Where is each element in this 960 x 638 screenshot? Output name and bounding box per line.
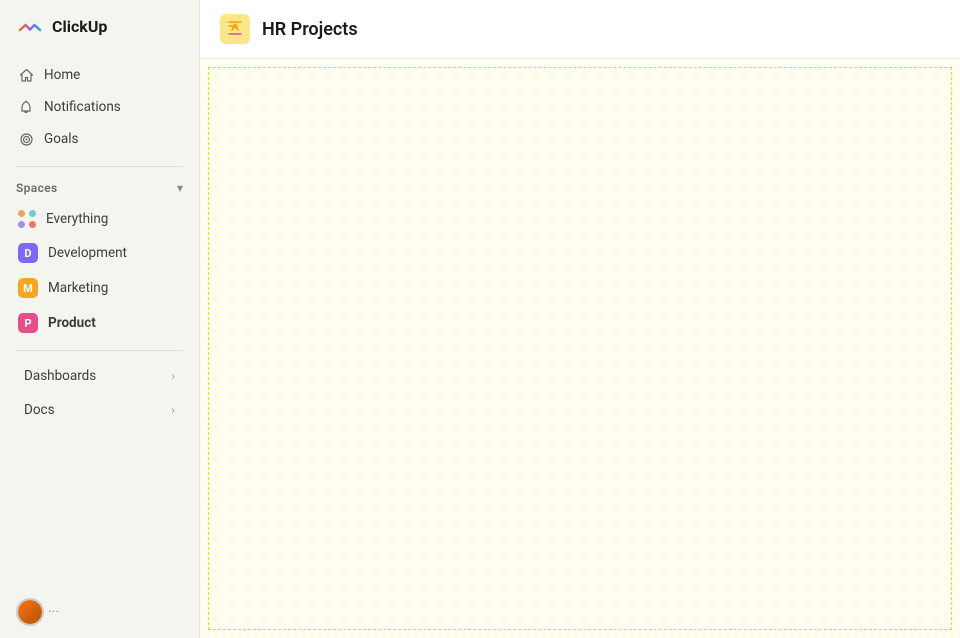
docs-label: Docs (24, 402, 55, 418)
page-title: HR Projects (262, 19, 358, 40)
sidebar-item-notifications[interactable]: Notifications (8, 92, 191, 122)
spaces-label: Spaces (16, 181, 58, 195)
everything-icon (18, 210, 36, 228)
nav-items: Home Notifications Goals (0, 56, 199, 158)
space-items: Everything D Development M Marketing P P… (0, 201, 199, 342)
main-content: HR Projects (200, 0, 960, 638)
clickup-logo-icon (16, 12, 44, 40)
sidebar-item-goals-label: Goals (44, 131, 79, 147)
docs-chevron-icon: › (171, 403, 175, 417)
app-name: ClickUp (52, 17, 107, 36)
bell-icon (18, 99, 34, 115)
dashboards-chevron-icon: › (171, 369, 175, 383)
spaces-chevron-icon: ▾ (177, 181, 183, 195)
divider-2 (16, 350, 183, 351)
main-header: HR Projects (200, 0, 960, 59)
user-avatar-group[interactable]: ··· (16, 598, 59, 626)
product-badge: P (18, 313, 38, 333)
spaces-header[interactable]: Spaces ▾ (0, 175, 199, 201)
hr-projects-icon (220, 14, 250, 44)
sidebar: ClickUp Home Notifications (0, 0, 200, 638)
goals-icon (18, 131, 34, 147)
sidebar-item-dashboards[interactable]: Dashboards › (8, 360, 191, 392)
avatar-menu-icon: ··· (48, 604, 59, 620)
sidebar-item-product[interactable]: P Product (8, 306, 191, 340)
sidebar-item-product-label: Product (48, 315, 96, 331)
sidebar-item-development-label: Development (48, 245, 127, 261)
logo-area[interactable]: ClickUp (0, 0, 199, 52)
sidebar-item-everything-label: Everything (46, 211, 108, 227)
sidebar-item-goals[interactable]: Goals (8, 124, 191, 154)
avatar-ring (16, 598, 44, 626)
divider-1 (16, 166, 183, 167)
sidebar-item-development[interactable]: D Development (8, 236, 191, 270)
sidebar-item-notifications-label: Notifications (44, 99, 121, 115)
sidebar-item-everything[interactable]: Everything (8, 203, 191, 235)
dot-grid-background (200, 59, 960, 638)
marketing-badge: M (18, 278, 38, 298)
sidebar-bottom: ··· (0, 586, 199, 638)
dashboards-label: Dashboards (24, 368, 96, 384)
sidebar-item-docs[interactable]: Docs › (8, 394, 191, 426)
home-icon (18, 67, 34, 83)
sidebar-item-marketing-label: Marketing (48, 280, 108, 296)
sidebar-item-marketing[interactable]: M Marketing (8, 271, 191, 305)
development-badge: D (18, 243, 38, 263)
avatar (18, 600, 42, 624)
main-body (200, 59, 960, 638)
sidebar-item-home-label: Home (44, 67, 80, 83)
sidebar-item-home[interactable]: Home (8, 60, 191, 90)
